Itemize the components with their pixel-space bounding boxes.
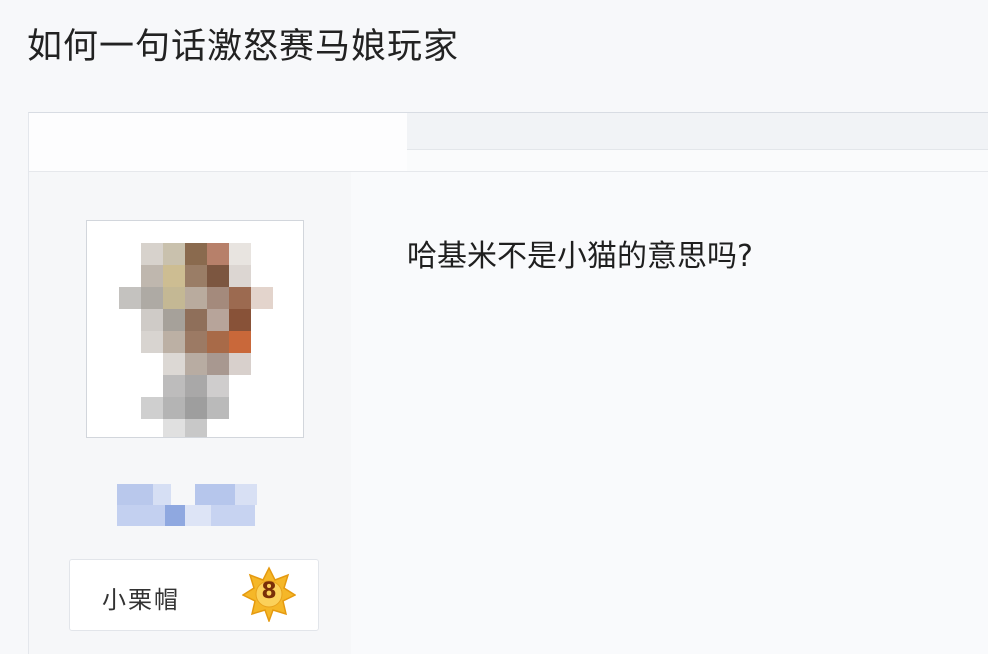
username-mosaic-tile: [195, 484, 235, 505]
username-mosaic-tile: [235, 484, 257, 505]
avatar-mosaic-tile: [207, 243, 229, 265]
avatar-mosaic-tile: [207, 265, 229, 287]
avatar-mosaic-tile: [163, 419, 185, 437]
avatar-mosaic-tile: [207, 353, 229, 375]
toolbar-strip: [407, 113, 988, 150]
avatar-mosaic-tile: [207, 397, 229, 419]
avatar-mosaic-tile: [141, 397, 163, 419]
avatar-mosaic-tile: [207, 375, 229, 397]
avatar-mosaic-tile: [119, 287, 141, 309]
avatar-mosaic-tile: [185, 353, 207, 375]
username-mosaic-tile: [185, 505, 211, 526]
post-container: 小栗帽 8 哈基米不是小猫的意思吗?: [28, 112, 988, 654]
forum-page: 如何一句话激怒赛马娘玩家 小栗帽 8 哈基米不是小猫的意思吗?: [0, 0, 988, 654]
avatar-mosaic-tile: [141, 331, 163, 353]
avatar-mosaic-tile: [185, 287, 207, 309]
avatar-mosaic-tile: [163, 243, 185, 265]
username-blurred[interactable]: [117, 484, 269, 526]
avatar-mosaic-tile: [207, 331, 229, 353]
avatar-mosaic-tile: [163, 331, 185, 353]
avatar-mosaic-tile: [185, 397, 207, 419]
avatar-mosaic-tile: [141, 287, 163, 309]
avatar-mosaic-tile: [185, 331, 207, 353]
post-toolbar: [29, 113, 988, 172]
username-mosaic-tile: [117, 484, 153, 505]
post-content: 哈基米不是小猫的意思吗?: [407, 239, 753, 274]
avatar-mosaic-tile: [163, 287, 185, 309]
avatar-mosaic-tile: [229, 287, 251, 309]
username-mosaic-tile: [211, 505, 255, 526]
author-column: 小栗帽 8: [29, 172, 351, 654]
avatar-mosaic-tile: [185, 419, 207, 437]
avatar-mosaic-tile: [141, 243, 163, 265]
avatar-mosaic-tile: [185, 309, 207, 331]
username-mosaic-tile: [165, 505, 185, 526]
avatar-mosaic-tile: [229, 309, 251, 331]
avatar-mosaic-tile: [229, 331, 251, 353]
member-badge[interactable]: 小栗帽 8: [69, 559, 319, 631]
avatar[interactable]: [86, 220, 304, 438]
avatar-mosaic-tile: [229, 243, 251, 265]
avatar-mosaic-tile: [207, 309, 229, 331]
badge-name: 小栗帽: [102, 586, 180, 614]
avatar-mosaic-tile: [141, 265, 163, 287]
avatar-mosaic-tile: [163, 309, 185, 331]
avatar-mosaic-tile: [163, 397, 185, 419]
avatar-mosaic-tile: [251, 287, 273, 309]
thread-title: 如何一句话激怒赛马娘玩家: [27, 27, 460, 67]
avatar-mosaic-tile: [185, 375, 207, 397]
avatar-mosaic-tile: [163, 265, 185, 287]
avatar-mosaic-tile: [185, 243, 207, 265]
toolbar-tab[interactable]: [29, 113, 407, 171]
avatar-mosaic-tile: [185, 265, 207, 287]
level-star-icon: 8: [242, 566, 296, 622]
level-number: 8: [261, 579, 277, 604]
avatar-mosaic-tile: [229, 265, 251, 287]
username-mosaic-tile: [153, 484, 171, 505]
avatar-mosaic-tile: [229, 353, 251, 375]
avatar-mosaic-tile: [207, 287, 229, 309]
avatar-mosaic-tile: [163, 353, 185, 375]
avatar-mosaic-tile: [163, 375, 185, 397]
avatar-mosaic-tile: [141, 309, 163, 331]
username-mosaic-tile: [117, 505, 165, 526]
